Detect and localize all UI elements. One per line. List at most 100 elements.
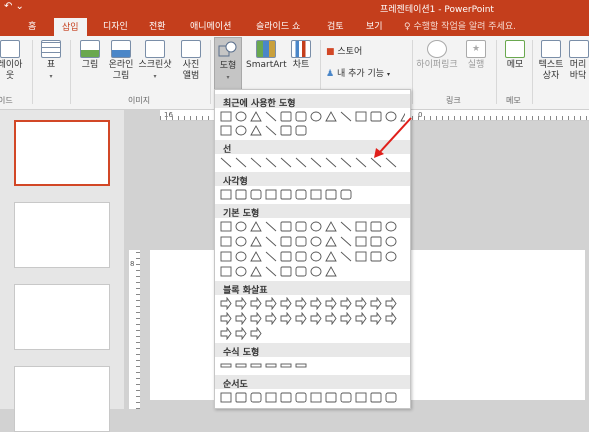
shape-option-icon[interactable] <box>325 111 337 122</box>
shape-option-icon[interactable] <box>295 221 307 232</box>
slide-thumbnail[interactable] <box>14 202 110 268</box>
shape-option-icon[interactable] <box>235 236 247 247</box>
comment-button[interactable]: 메모 <box>502 40 528 71</box>
shape-option-icon[interactable] <box>250 392 262 403</box>
header-footer-button[interactable]: 머리 바닥 <box>568 40 589 82</box>
shape-option-icon[interactable] <box>385 312 397 325</box>
shape-option-icon[interactable] <box>340 157 352 168</box>
shape-option-icon[interactable] <box>235 266 247 277</box>
shape-option-icon[interactable] <box>340 189 352 200</box>
shape-option-icon[interactable] <box>385 157 397 168</box>
shape-option-icon[interactable] <box>250 157 262 168</box>
shape-option-icon[interactable] <box>385 221 397 232</box>
shape-option-icon[interactable] <box>265 236 277 247</box>
tab-animations[interactable]: 애니메이션 <box>190 19 231 32</box>
shape-option-icon[interactable] <box>220 327 232 340</box>
online-picture-button[interactable]: 온라인 그림 <box>106 40 136 82</box>
shape-option-icon[interactable] <box>370 236 382 247</box>
shape-option-icon[interactable] <box>265 221 277 232</box>
picture-button[interactable]: 그림 <box>76 40 104 71</box>
shape-option-icon[interactable] <box>280 125 292 136</box>
shape-option-icon[interactable] <box>250 363 262 368</box>
shape-option-icon[interactable] <box>235 363 247 368</box>
shape-option-icon[interactable] <box>340 236 352 247</box>
tell-me-box[interactable]: ♀ 수행할 작업을 알려 주세요. <box>404 19 516 32</box>
quick-access-toolbar[interactable]: ↶ ⌄ <box>4 1 24 12</box>
shape-option-icon[interactable] <box>295 363 307 368</box>
shape-option-icon[interactable] <box>265 189 277 200</box>
shape-option-icon[interactable] <box>280 236 292 247</box>
shape-option-icon[interactable] <box>325 236 337 247</box>
shape-option-icon[interactable] <box>220 236 232 247</box>
chart-button[interactable]: 차트 <box>288 40 314 71</box>
shape-option-icon[interactable] <box>310 392 322 403</box>
shape-option-icon[interactable] <box>370 392 382 403</box>
shape-option-icon[interactable] <box>250 251 262 262</box>
tab-design[interactable]: 디자인 <box>103 19 128 32</box>
shape-option-icon[interactable] <box>310 251 322 262</box>
shape-option-icon[interactable] <box>385 251 397 262</box>
tab-transitions[interactable]: 전환 <box>149 19 166 32</box>
shape-option-icon[interactable] <box>325 392 337 403</box>
shape-option-icon[interactable] <box>325 189 337 200</box>
action-button[interactable]: ★ 실행 <box>462 40 490 71</box>
shape-option-icon[interactable] <box>340 392 352 403</box>
shape-option-icon[interactable] <box>235 251 247 262</box>
shape-option-icon[interactable] <box>295 157 307 168</box>
shape-option-icon[interactable] <box>385 392 397 403</box>
shape-option-icon[interactable] <box>340 297 352 310</box>
tab-insert[interactable]: 삽입 <box>54 18 87 36</box>
shape-option-icon[interactable] <box>220 392 232 403</box>
shape-option-icon[interactable] <box>220 221 232 232</box>
shape-option-icon[interactable] <box>220 157 232 168</box>
shape-option-icon[interactable] <box>310 297 322 310</box>
shape-option-icon[interactable] <box>310 221 322 232</box>
shape-option-icon[interactable] <box>355 297 367 310</box>
shape-option-icon[interactable] <box>340 312 352 325</box>
shape-option-icon[interactable] <box>220 125 232 136</box>
shape-option-icon[interactable] <box>265 111 277 122</box>
shape-option-icon[interactable] <box>235 221 247 232</box>
shape-option-icon[interactable] <box>355 111 367 122</box>
shape-option-icon[interactable] <box>355 251 367 262</box>
shape-option-icon[interactable] <box>250 327 262 340</box>
tab-view[interactable]: 보기 <box>366 19 383 32</box>
shape-option-icon[interactable] <box>355 157 367 168</box>
shape-option-icon[interactable] <box>235 157 247 168</box>
shape-option-icon[interactable] <box>340 221 352 232</box>
shape-option-icon[interactable] <box>250 297 262 310</box>
shape-option-icon[interactable] <box>235 297 247 310</box>
shape-option-icon[interactable] <box>295 297 307 310</box>
shape-option-icon[interactable] <box>310 157 322 168</box>
smartart-button[interactable]: SmartArt <box>246 40 287 71</box>
shapes-button[interactable]: 도형 ▾ <box>214 37 242 91</box>
shape-option-icon[interactable] <box>325 266 337 277</box>
shape-option-icon[interactable] <box>370 157 382 168</box>
shape-option-icon[interactable] <box>325 297 337 310</box>
shape-option-icon[interactable] <box>310 236 322 247</box>
shape-option-icon[interactable] <box>295 312 307 325</box>
textbox-button[interactable]: 텍스트 상자 <box>536 40 566 82</box>
shape-option-icon[interactable] <box>280 221 292 232</box>
shape-option-icon[interactable] <box>265 312 277 325</box>
photo-album-button[interactable]: 사진 앨범 <box>176 40 206 82</box>
shape-option-icon[interactable] <box>280 157 292 168</box>
shape-option-icon[interactable] <box>250 125 262 136</box>
shape-option-icon[interactable] <box>280 392 292 403</box>
shape-option-icon[interactable] <box>220 297 232 310</box>
shape-option-icon[interactable] <box>295 189 307 200</box>
shape-option-icon[interactable] <box>295 266 307 277</box>
shape-option-icon[interactable] <box>250 266 262 277</box>
shape-option-icon[interactable] <box>370 297 382 310</box>
shape-option-icon[interactable] <box>220 312 232 325</box>
shape-option-icon[interactable] <box>220 363 232 368</box>
slide-thumbnail[interactable] <box>14 120 110 186</box>
shape-option-icon[interactable] <box>355 392 367 403</box>
shape-option-icon[interactable] <box>370 312 382 325</box>
shape-option-icon[interactable] <box>265 157 277 168</box>
screenshot-button[interactable]: 스크린샷 ▾ <box>136 40 174 82</box>
shape-option-icon[interactable] <box>295 236 307 247</box>
shape-option-icon[interactable] <box>265 363 277 368</box>
shape-option-icon[interactable] <box>370 251 382 262</box>
shape-option-icon[interactable] <box>385 236 397 247</box>
